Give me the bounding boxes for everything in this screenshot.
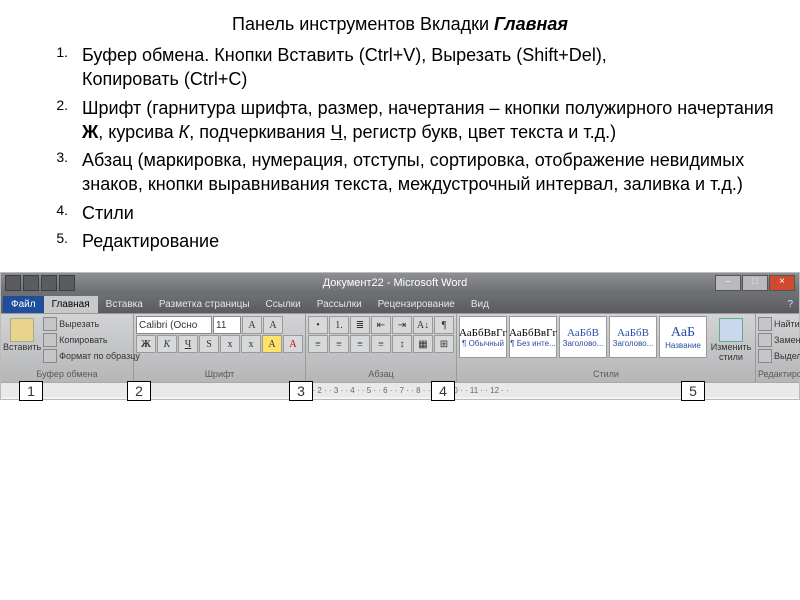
style-normal[interactable]: АаБбВвГг¶ Обычный [459, 316, 507, 358]
group-label: Абзац [308, 368, 454, 380]
sort-button[interactable]: A↓ [413, 316, 433, 334]
italic-button[interactable]: К [157, 335, 177, 353]
callout-2: 2 [127, 381, 151, 401]
align-left-button[interactable]: ≡ [308, 335, 328, 353]
replace-button[interactable]: Заменить [758, 333, 800, 347]
slide-title: Панель инструментов Вкладки Главная [20, 14, 780, 35]
align-center-button[interactable]: ≡ [329, 335, 349, 353]
style-title[interactable]: АаБНазвание [659, 316, 707, 358]
group-styles: АаБбВвГг¶ Обычный АаБбВвГг¶ Без инте... … [457, 314, 756, 382]
bold-button[interactable]: Ж [136, 335, 156, 353]
highlight-button[interactable]: A [262, 335, 282, 353]
tab-review[interactable]: Рецензирование [370, 296, 463, 313]
group-paragraph: • 1. ≣ ⇤ ⇥ A↓ ¶ ≡ ≡ ≡ ≡ ↕ ▦ [306, 314, 457, 382]
callout-5: 5 [681, 381, 705, 401]
paste-button[interactable]: Вставить [3, 316, 41, 368]
titlebar: Документ22 - Microsoft Word – □ × [1, 273, 799, 293]
shading-button[interactable]: ▦ [413, 335, 433, 353]
font-size-combo[interactable]: 11 [213, 316, 241, 334]
style-heading2[interactable]: АаБбВЗаголово... [609, 316, 657, 358]
grow-font-button[interactable]: A [242, 316, 262, 334]
tab-references[interactable]: Ссылки [258, 296, 309, 313]
paste-icon [10, 318, 34, 342]
outdent-button[interactable]: ⇤ [371, 316, 391, 334]
list-item: Абзац (маркировка, нумерация, отступы, с… [68, 148, 780, 197]
copy-icon [43, 333, 57, 347]
indent-button[interactable]: ⇥ [392, 316, 412, 334]
callout-4: 4 [431, 381, 455, 401]
group-label: Редактирование [758, 368, 800, 380]
select-icon [758, 349, 772, 363]
callout-1: 1 [19, 381, 43, 401]
minimize-button[interactable]: – [715, 275, 741, 291]
show-marks-button[interactable]: ¶ [434, 316, 454, 334]
group-clipboard: Вставить Вырезать Копировать Формат по о… [1, 314, 134, 382]
multilevel-button[interactable]: ≣ [350, 316, 370, 334]
format-painter-button[interactable]: Формат по образцу [43, 349, 140, 363]
group-font: Calibri (Осно 11 A A Ж К Ч S x x A A [134, 314, 306, 382]
subscript-button[interactable]: x [220, 335, 240, 353]
scissors-icon [43, 317, 57, 331]
tab-insert[interactable]: Вставка [98, 296, 151, 313]
ribbon-tabs: Файл Главная Вставка Разметка страницы С… [1, 293, 799, 313]
redo-icon[interactable] [59, 275, 75, 291]
style-no-spacing[interactable]: АаБбВвГг¶ Без инте... [509, 316, 557, 358]
line-spacing-button[interactable]: ↕ [392, 335, 412, 353]
tab-view[interactable]: Вид [463, 296, 497, 313]
cut-button[interactable]: Вырезать [43, 317, 140, 331]
list-item: Буфер обмена. Кнопки Вставить (Ctrl+V), … [68, 43, 780, 92]
tab-mailings[interactable]: Рассылки [309, 296, 370, 313]
ruler: · · 1 · · 2 · · 3 · · 4 · · 5 · · 6 · · … [1, 382, 799, 397]
superscript-button[interactable]: x [241, 335, 261, 353]
group-label: Буфер обмена [3, 368, 131, 380]
tab-file[interactable]: Файл [3, 296, 44, 313]
numbering-button[interactable]: 1. [329, 316, 349, 334]
list-item: Стили [68, 201, 780, 225]
brush-icon [43, 349, 57, 363]
style-heading1[interactable]: АаБбВЗаголово... [559, 316, 607, 358]
font-family-combo[interactable]: Calibri (Осно [136, 316, 212, 334]
undo-icon[interactable] [41, 275, 57, 291]
copy-button[interactable]: Копировать [43, 333, 140, 347]
help-icon[interactable]: ? [781, 296, 799, 313]
align-right-button[interactable]: ≡ [350, 335, 370, 353]
select-button[interactable]: Выделить [758, 349, 800, 363]
shrink-font-button[interactable]: A [263, 316, 283, 334]
justify-button[interactable]: ≡ [371, 335, 391, 353]
callout-3: 3 [289, 381, 313, 401]
close-button[interactable]: × [769, 275, 795, 291]
replace-icon [758, 333, 772, 347]
group-editing: Найти Заменить Выделить Редактирование [756, 314, 800, 382]
bullets-button[interactable]: • [308, 316, 328, 334]
quick-access-toolbar[interactable] [5, 275, 75, 291]
document-title: Документ22 - Microsoft Word [75, 277, 715, 289]
borders-button[interactable]: ⊞ [434, 335, 454, 353]
find-button[interactable]: Найти [758, 317, 800, 331]
save-icon[interactable] [23, 275, 39, 291]
strike-button[interactable]: S [199, 335, 219, 353]
list-item: Шрифт (гарнитура шрифта, размер, начерта… [68, 96, 780, 145]
find-icon [758, 317, 772, 331]
underline-button[interactable]: Ч [178, 335, 198, 353]
tab-home[interactable]: Главная [44, 296, 98, 313]
word-ribbon-screenshot: Документ22 - Microsoft Word – □ × Файл Г… [0, 272, 800, 400]
styles-icon [719, 318, 743, 342]
group-label: Шрифт [136, 368, 303, 380]
numbered-list: Буфер обмена. Кнопки Вставить (Ctrl+V), … [20, 43, 780, 253]
font-color-button[interactable]: A [283, 335, 303, 353]
maximize-button[interactable]: □ [742, 275, 768, 291]
group-label: Стили [459, 368, 753, 380]
list-item: Редактирование [68, 229, 780, 253]
word-icon [5, 275, 21, 291]
tab-layout[interactable]: Разметка страницы [151, 296, 258, 313]
change-styles-button[interactable]: Изменить стили [709, 316, 753, 368]
